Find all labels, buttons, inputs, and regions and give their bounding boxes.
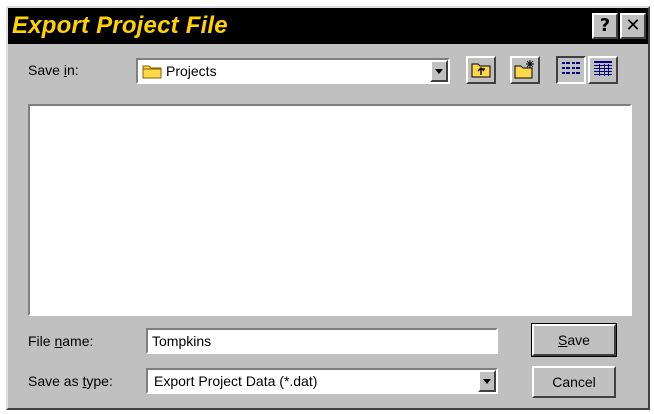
- save-in-dropdown-button[interactable]: [430, 60, 448, 82]
- save-as-type-label-pre: Save as: [28, 373, 83, 389]
- cancel-button[interactable]: Cancel: [532, 366, 616, 398]
- chevron-down-icon: [483, 378, 491, 384]
- save-in-label: Save in:: [28, 62, 79, 78]
- close-button[interactable]: ✕: [620, 13, 646, 39]
- create-new-folder-button[interactable]: [510, 56, 540, 84]
- file-list[interactable]: [28, 104, 632, 316]
- file-name-label-post: ame:: [62, 333, 94, 349]
- title-bar[interactable]: Export Project File ? ✕: [8, 8, 648, 44]
- close-icon: ✕: [625, 15, 641, 36]
- save-button-access: S: [558, 332, 568, 348]
- save-as-type-label-post: ype:: [86, 373, 113, 389]
- list-view-button[interactable]: [556, 56, 586, 84]
- save-button[interactable]: Save: [531, 323, 617, 357]
- save-as-type-label: Save as type:: [28, 373, 113, 389]
- save-as-type-value: Export Project Data (*.dat): [154, 373, 318, 389]
- help-button[interactable]: ?: [592, 13, 618, 39]
- list-view-icon: [561, 60, 581, 81]
- save-in-value: Projects: [166, 63, 217, 79]
- new-folder-icon: [514, 59, 536, 82]
- file-name-label: File name:: [28, 333, 93, 349]
- save-as-type-dropdown[interactable]: Export Project Data (*.dat): [146, 368, 498, 394]
- dialog-title: Export Project File: [12, 12, 228, 39]
- export-project-dialog: Export Project File ? ✕ Save in: Project…: [6, 6, 650, 410]
- save-in-label-post: n:: [66, 62, 79, 78]
- save-in-label-pre: Save: [28, 62, 64, 78]
- up-folder-icon: [471, 60, 491, 81]
- details-view-button[interactable]: [588, 56, 618, 84]
- save-as-type-dropdown-button[interactable]: [478, 370, 496, 392]
- save-button-rest: ave: [567, 332, 590, 348]
- file-name-label-pre: File: [28, 333, 55, 349]
- help-icon: ?: [599, 15, 611, 36]
- save-in-dropdown[interactable]: Projects: [136, 58, 450, 84]
- details-view-icon: [593, 60, 613, 81]
- up-one-level-button[interactable]: [466, 56, 496, 84]
- file-name-input[interactable]: [146, 328, 498, 354]
- folder-icon: [138, 63, 162, 79]
- chevron-down-icon: [435, 68, 443, 74]
